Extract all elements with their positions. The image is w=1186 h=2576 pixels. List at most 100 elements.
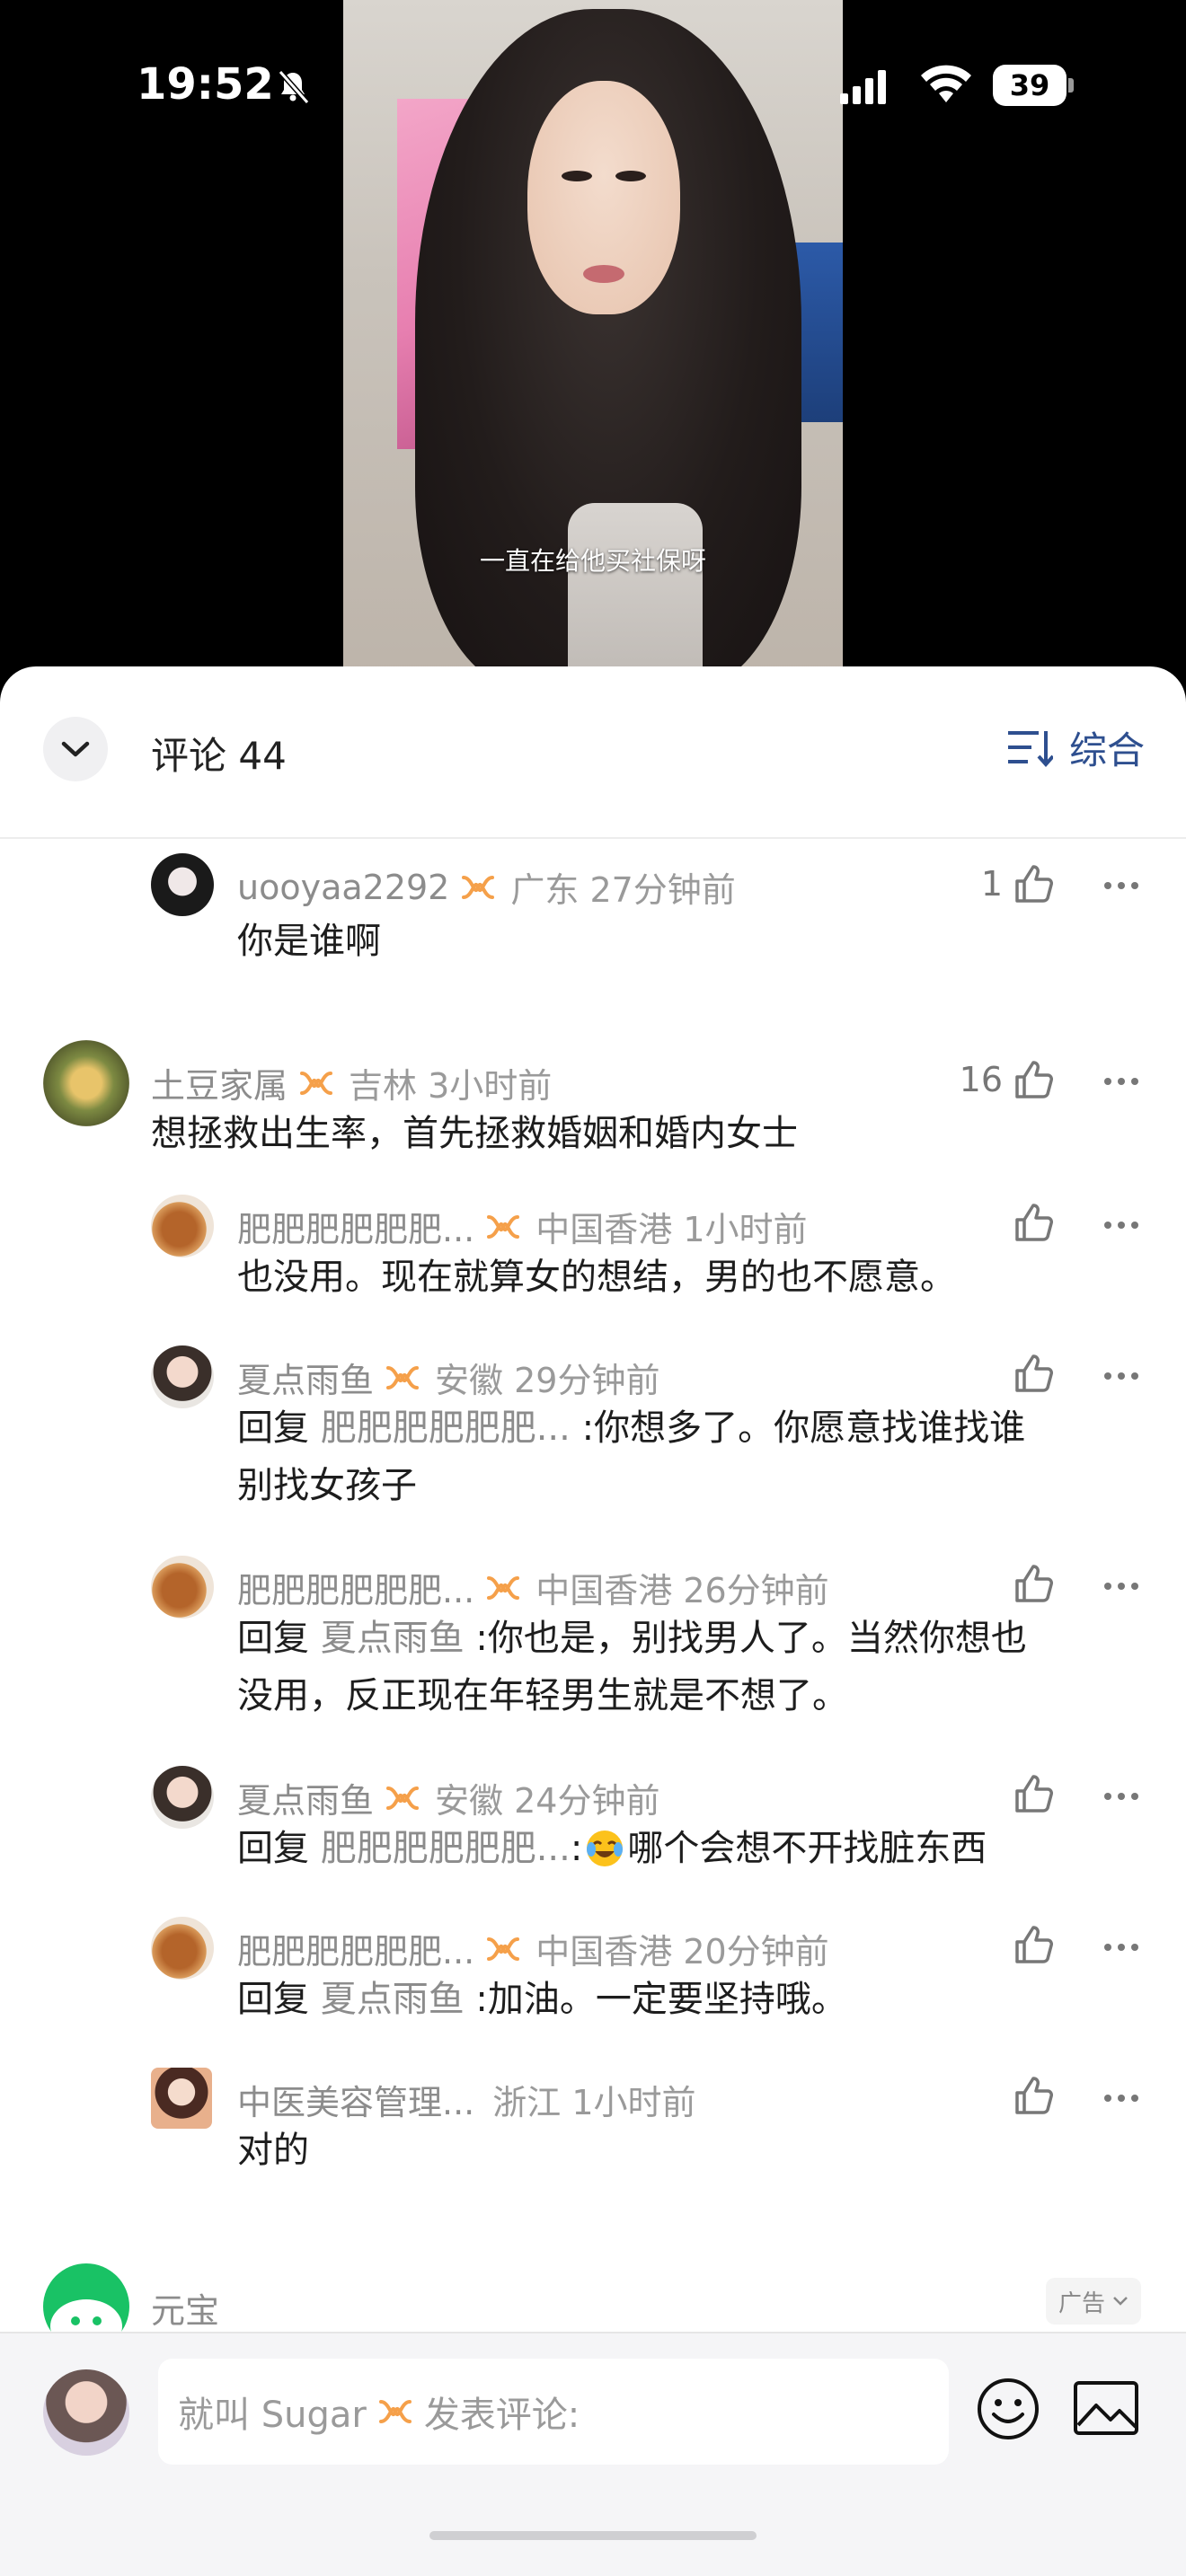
like-button[interactable] — [1013, 1354, 1053, 1392]
comment-author[interactable]: 肥肥肥肥肥肥... — [237, 1202, 474, 1251]
comment-author[interactable]: 夏点雨鱼 — [237, 1353, 374, 1402]
comment-author[interactable]: uooyaa2292 — [237, 868, 449, 907]
like-button[interactable]: 16 — [960, 1060, 1053, 1099]
comment-location-time: 浙江 1小时前 — [492, 2083, 696, 2122]
yuanbao-logo-icon — [50, 2299, 122, 2332]
reply-target[interactable]: 夏点雨鱼 — [321, 1618, 465, 1659]
more-options-icon[interactable] — [1103, 2093, 1139, 2104]
comment-text-line1: : — [570, 1828, 583, 1869]
more-options-icon[interactable] — [1103, 1371, 1139, 1381]
emoji-icon[interactable] — [976, 2377, 1040, 2441]
comment-text-line1: :你也是，别找男人了。当然你想也 — [464, 1618, 1027, 1659]
comment-composer-bar: 就叫 Sugar 发表评论: — [0, 2332, 1186, 2576]
thumbs-up-icon — [1015, 2077, 1053, 2114]
comment-author[interactable]: 中医美容管理... — [237, 2075, 474, 2124]
comment-text: 对的 — [237, 2130, 309, 2171]
like-button[interactable]: 1 — [981, 864, 1053, 904]
cellular-signal-icon — [840, 70, 886, 104]
comment-text-line2: 没用，反正现在年轻男生就是不想了。 — [237, 1675, 848, 1716]
ad-avatar[interactable] — [43, 2263, 129, 2332]
ad-name[interactable]: 元宝 — [151, 2283, 219, 2332]
comment-location-time: 广东 27分钟前 — [510, 870, 736, 910]
video-player[interactable]: 一直在给他买社保呀 — [343, 0, 843, 683]
like-button[interactable] — [1013, 1565, 1053, 1602]
comment-meta: uooyaa2292 广东 27分钟前 — [237, 862, 736, 912]
comment-text: 也没用。现在就算女的想结，男的也不愿意。 — [237, 1257, 956, 1298]
chevron-down-icon — [1113, 2297, 1128, 2306]
more-options-icon[interactable] — [1103, 1220, 1139, 1231]
like-button[interactable] — [1013, 2077, 1053, 2114]
like-button[interactable] — [1013, 1775, 1053, 1813]
reply-prefix: 回复 — [237, 1618, 321, 1659]
comments-sheet: 评论 44 综合 uooyaa2292 广东 27分钟前 你是谁啊 1 土豆家属… — [0, 666, 1186, 2332]
avatar[interactable] — [151, 853, 214, 916]
comment-author[interactable]: 肥肥肥肥肥肥... — [237, 1563, 474, 1612]
avatar[interactable] — [151, 1766, 214, 1829]
comments-title: 评论 44 — [151, 734, 287, 778]
comment-location-time: 中国香港 1小时前 — [535, 1210, 808, 1249]
comment-input[interactable]: 就叫 Sugar 发表评论: — [158, 2359, 949, 2465]
badge-icon — [386, 1786, 420, 1810]
comment-meta: 肥肥肥肥肥肥... 中国香港 1小时前 — [237, 1202, 808, 1251]
composer-placeholder: 发表评论: — [423, 2395, 580, 2436]
thumbs-up-icon — [1015, 865, 1053, 903]
reply-target[interactable]: 夏点雨鱼 — [321, 1979, 465, 2020]
thumbs-up-icon — [1015, 1926, 1053, 1963]
sort-label: 综合 — [1068, 728, 1145, 772]
avatar[interactable] — [151, 1195, 214, 1257]
avatar[interactable] — [43, 1040, 129, 1126]
badge-icon — [378, 2400, 412, 2423]
comments-header: 评论 44 综合 — [0, 666, 1186, 837]
comment-author[interactable]: 夏点雨鱼 — [237, 1773, 374, 1822]
more-options-icon[interactable] — [1103, 1581, 1139, 1592]
current-user-avatar[interactable] — [43, 2369, 129, 2456]
ad-tag[interactable]: 广告 — [1045, 2278, 1141, 2325]
home-indicator — [429, 2531, 757, 2540]
thumbs-up-icon — [1015, 1061, 1053, 1098]
comment-text-line2: 别找女孩子 — [237, 1465, 417, 1506]
avatar[interactable] — [151, 1345, 214, 1408]
comment-text: 回复 夏点雨鱼 :加油。一定要坚持哦。 — [237, 1971, 847, 2028]
image-icon[interactable] — [1073, 2380, 1139, 2436]
avatar[interactable] — [151, 1556, 214, 1619]
like-button[interactable] — [1013, 1926, 1053, 1963]
comment-location-time: 吉林 3小时前 — [349, 1066, 553, 1106]
avatar[interactable] — [151, 1917, 214, 1980]
more-options-icon[interactable] — [1103, 1942, 1139, 1953]
badge-icon — [300, 1071, 333, 1095]
thumbs-up-icon — [1015, 1775, 1053, 1813]
collapse-button[interactable] — [43, 717, 108, 781]
comment-author[interactable]: 肥肥肥肥肥肥... — [237, 1924, 474, 1973]
comment-location-time: 安徽 29分钟前 — [435, 1361, 660, 1400]
badge-icon — [487, 1936, 520, 1961]
more-options-icon[interactable] — [1103, 1076, 1139, 1087]
reply-target[interactable]: 肥肥肥肥肥肥... — [321, 1820, 571, 1877]
status-time: 19:52 — [137, 59, 274, 110]
ad-tag-label: 广告 — [1058, 2289, 1105, 2317]
sort-button[interactable]: 综合 — [1006, 722, 1145, 772]
comment-meta: 中医美容管理... 浙江 1小时前 — [237, 2075, 696, 2124]
comment-location-time: 中国香港 26分钟前 — [535, 1571, 829, 1610]
comment-text-line2: 哪个会想不开找脏东西 — [627, 1828, 987, 1869]
like-button[interactable] — [1013, 1204, 1053, 1241]
comment-text-line1: :你想多了。你愿意找谁找谁 — [570, 1407, 1026, 1449]
like-count: 16 — [959, 1060, 1003, 1099]
sort-icon — [1007, 731, 1053, 767]
header-divider — [0, 837, 1186, 839]
comment-meta: 肥肥肥肥肥肥... 中国香港 20分钟前 — [237, 1924, 829, 1973]
badge-icon — [487, 1214, 520, 1239]
reply-prefix: 回复 — [237, 1407, 321, 1449]
reply-target[interactable]: 肥肥肥肥肥肥... — [321, 1407, 571, 1449]
more-options-icon[interactable] — [1103, 1791, 1139, 1802]
battery-level: 39 — [1009, 68, 1050, 102]
battery-indicator: 39 — [993, 65, 1074, 106]
more-options-icon[interactable] — [1103, 880, 1139, 891]
comment-text: 你是谁啊 — [237, 921, 381, 962]
comment-meta: 肥肥肥肥肥肥... 中国香港 26分钟前 — [237, 1563, 829, 1612]
comment-text: 想拯救出生率，首先拯救婚姻和婚内女士 — [151, 1113, 798, 1154]
avatar[interactable] — [151, 2068, 212, 2129]
comment-text: 回复 肥肥肥肥肥肥... : 哪个会想不开找脏东西 — [237, 1820, 987, 1877]
comment-text-line1: :加油。一定要坚持哦。 — [464, 1979, 847, 2020]
comment-author[interactable]: 土豆家属 — [151, 1058, 288, 1107]
badge-icon — [487, 1575, 520, 1600]
